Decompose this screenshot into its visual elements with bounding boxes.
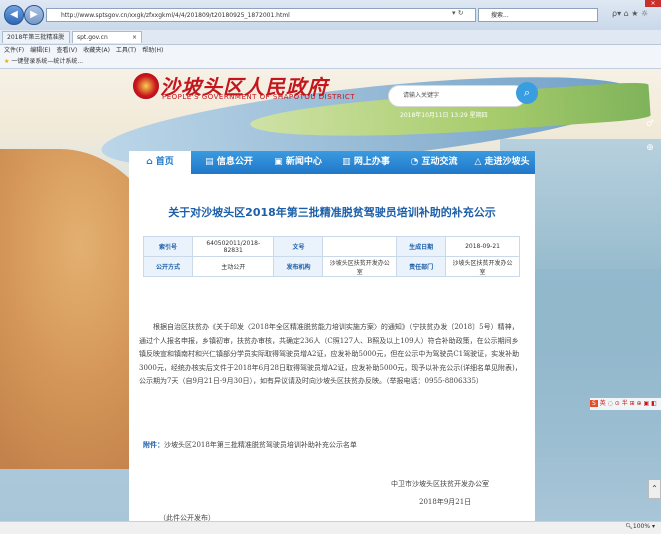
close-icon[interactable]: ×: [645, 0, 661, 7]
meta-key: 索引号: [143, 236, 193, 257]
address-bar[interactable]: http://www.sptsgov.cn/xxgk/zfxxgkml/4/4/…: [46, 8, 476, 22]
location-icon: △: [474, 157, 482, 167]
attachment-line: 附件：沙坡头区2018年第三批精准脱贫驾驶员培训补助补充公示名单: [143, 440, 357, 450]
favorite-link[interactable]: 一键登录系统—统计系统...: [11, 58, 83, 65]
news-icon: ▣: [274, 157, 283, 167]
attachment-label: 附件：: [143, 440, 164, 449]
browser-search-input[interactable]: 搜索...: [478, 8, 598, 22]
signature-date: 2018年9月21日: [419, 498, 472, 506]
article-title: 关于对沙坡头区2018年第三批精准脱贫驾驶员培训补助的补充公示: [168, 206, 496, 219]
favorites-bar: ★ 一键登录系统—统计系统...: [0, 56, 661, 69]
nav-interact[interactable]: ◔ 互动交流: [401, 151, 467, 174]
menu-favorites[interactable]: 收藏夹(A): [83, 47, 110, 54]
star-icon: ★: [4, 58, 10, 65]
nav-info-label: 信息公开: [216, 157, 253, 167]
menu-edit[interactable]: 编辑(E): [30, 47, 50, 54]
current-date: 2018年10月11日 13:29 星期四: [400, 112, 488, 119]
meta-key: 发布机构: [273, 256, 324, 277]
scroll-up-button[interactable]: ⌃: [648, 479, 661, 499]
tab-spt[interactable]: spt.gov.cn ×: [72, 31, 142, 43]
zoom-icon: 🔍︎: [625, 523, 633, 530]
menu-view[interactable]: 查看(V): [56, 47, 77, 54]
tab-label: spt.gov.cn: [77, 34, 108, 41]
public-note: （此件公开发布）: [159, 514, 215, 521]
forward-button[interactable]: ▶: [24, 5, 44, 25]
meta-key: 公开方式: [143, 256, 193, 277]
national-emblem-icon: [133, 73, 159, 99]
article-panel: 关于对沙坡头区2018年第三批精准脱贫驾驶员培训补助的补充公示 索引号 6405…: [129, 174, 535, 521]
zoom-value: 100%: [632, 523, 651, 530]
side-link-icon[interactable]: ⊕: [645, 143, 655, 153]
zoom-level[interactable]: 🔍︎100% ▾: [625, 523, 655, 530]
nav-home[interactable]: ⌂ 首页: [129, 151, 191, 174]
sogou-icon: S: [590, 400, 598, 407]
tab-close-icon[interactable]: ×: [132, 32, 137, 44]
menu-tools[interactable]: 工具(T): [116, 47, 136, 54]
web-page: 沙坡头区人民政府 PEOPLE'S GOVERNMENT OF SHAPOTOU…: [0, 69, 661, 521]
meta-row: 索引号 640502011/2018-82831 文号 生成日期 2018-09…: [143, 236, 520, 257]
chat-icon: ◔: [410, 157, 419, 167]
article-body: 根据自治区扶贫办《关于印发〈2018年全区精准脱贫能力培训实施方案〉的通知》（宁…: [139, 323, 522, 385]
status-bar: 🔍︎100% ▾: [0, 521, 661, 534]
browser-icons[interactable]: ρ▾ ⌂ ★ ☼: [612, 9, 648, 18]
article-meta-table: 索引号 640502011/2018-82831 文号 生成日期 2018-09…: [143, 236, 520, 277]
menu-bar: 文件(F) 编辑(E) 查看(V) 收藏夹(A) 工具(T) 帮助(H): [0, 45, 661, 56]
meta-value: [322, 236, 398, 257]
site-subtitle: PEOPLE'S GOVERNMENT OF SHAPOTOU DISTRICT: [162, 93, 356, 101]
menu-help[interactable]: 帮助(H): [142, 47, 163, 54]
meta-value: 640502011/2018-82831: [191, 236, 275, 257]
meta-key: 文号: [273, 236, 324, 257]
service-icon: ▥: [342, 157, 351, 167]
nav-news[interactable]: ▣ 新闻中心: [265, 151, 331, 174]
menu-file[interactable]: 文件(F): [4, 47, 24, 54]
meta-key: 责任部门: [396, 256, 447, 277]
nav-service[interactable]: ▥ 网上办事: [333, 151, 399, 174]
nav-home-label: 首页: [155, 157, 174, 167]
meta-value: 沙坡头区扶贫开发办公室: [445, 256, 520, 277]
search-icon[interactable]: ⌕: [516, 82, 538, 104]
nav-about[interactable]: △ 走进沙坡头: [469, 151, 535, 174]
main-nav: ⌂ 首页 ▤ 信息公开 ▣ 新闻中心 ▥ 网上办事 ◔ 互动交流 △ 走进沙坡头: [129, 151, 535, 174]
nav-about-label: 走进沙坡头: [484, 157, 530, 167]
nav-info[interactable]: ▤ 信息公开: [195, 151, 263, 174]
side-share-icon[interactable]: ♂: [645, 119, 655, 129]
meta-value: 2018-09-21: [445, 236, 520, 257]
nav-news-label: 新闻中心: [285, 157, 322, 167]
home-icon: ⌂: [146, 157, 153, 167]
nav-service-label: 网上办事: [353, 157, 390, 167]
meta-value: 主动公开: [191, 256, 275, 277]
nav-interact-label: 互动交流: [421, 157, 458, 167]
accessibility-toolbar[interactable]: S 英 ◌ ⊙ 半 ⊞ ⊕ ▣ ◧: [590, 398, 661, 410]
address-controls[interactable]: ▾ ↻: [452, 9, 464, 17]
meta-key: 生成日期: [396, 236, 447, 257]
site-search-input[interactable]: 请输入关键字: [388, 85, 526, 107]
back-button[interactable]: ◀: [4, 5, 24, 25]
signature-org: 中卫市沙坡头区扶贫开发办公室: [391, 480, 489, 488]
tab-article[interactable]: 2018年第三批精准脱贫...: [2, 31, 70, 53]
toolbar-icons: 英 ◌ ⊙ 半 ⊞ ⊕ ▣ ◧: [599, 400, 657, 407]
attachment-link[interactable]: 沙坡头区2018年第三批精准脱贫驾驶员培训补助补充公示名单: [164, 441, 357, 449]
meta-value: 沙坡头区扶贫开发办公室: [322, 256, 398, 277]
document-icon: ▤: [205, 157, 214, 167]
meta-row: 公开方式 主动公开 发布机构 沙坡头区扶贫开发办公室 责任部门 沙坡头区扶贫开发…: [143, 256, 520, 277]
